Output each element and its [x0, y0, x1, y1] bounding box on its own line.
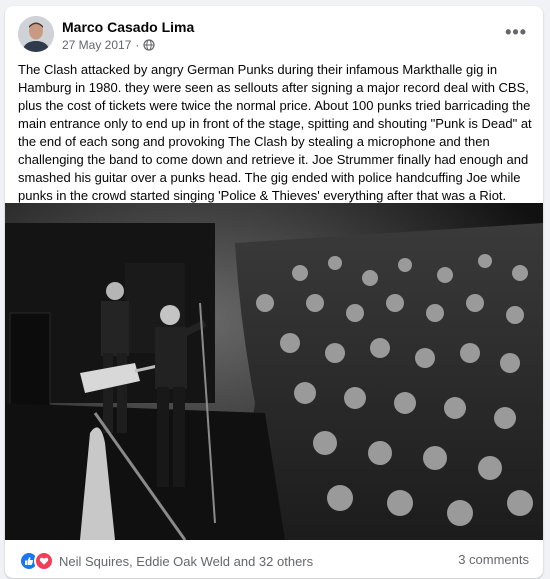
post-meta: 27 May 2017 · [62, 38, 155, 52]
author-name[interactable]: Marco Casado Lima [62, 19, 194, 35]
post-card: Marco Casado Lima 27 May 2017 · ••• The … [5, 6, 543, 578]
post-text: The Clash attacked by angry German Punks… [18, 62, 532, 203]
reactions-summary[interactable]: Neil Squires, Eddie Oak Weld and 32 othe… [19, 551, 313, 571]
more-options-icon[interactable]: ••• [505, 22, 527, 43]
post-photo[interactable] [5, 203, 543, 540]
post-header: Marco Casado Lima 27 May 2017 · ••• [5, 6, 543, 58]
love-icon [34, 551, 54, 571]
globe-icon [143, 39, 155, 51]
comments-count-link[interactable]: 3 comments [458, 552, 529, 567]
post-date[interactable]: 27 May 2017 [62, 38, 131, 52]
meta-separator: · [135, 38, 140, 52]
post-footer: Neil Squires, Eddie Oak Weld and 32 othe… [5, 540, 543, 578]
reactions-names[interactable]: Neil Squires, Eddie Oak Weld and 32 othe… [59, 554, 313, 569]
avatar[interactable] [18, 16, 54, 52]
